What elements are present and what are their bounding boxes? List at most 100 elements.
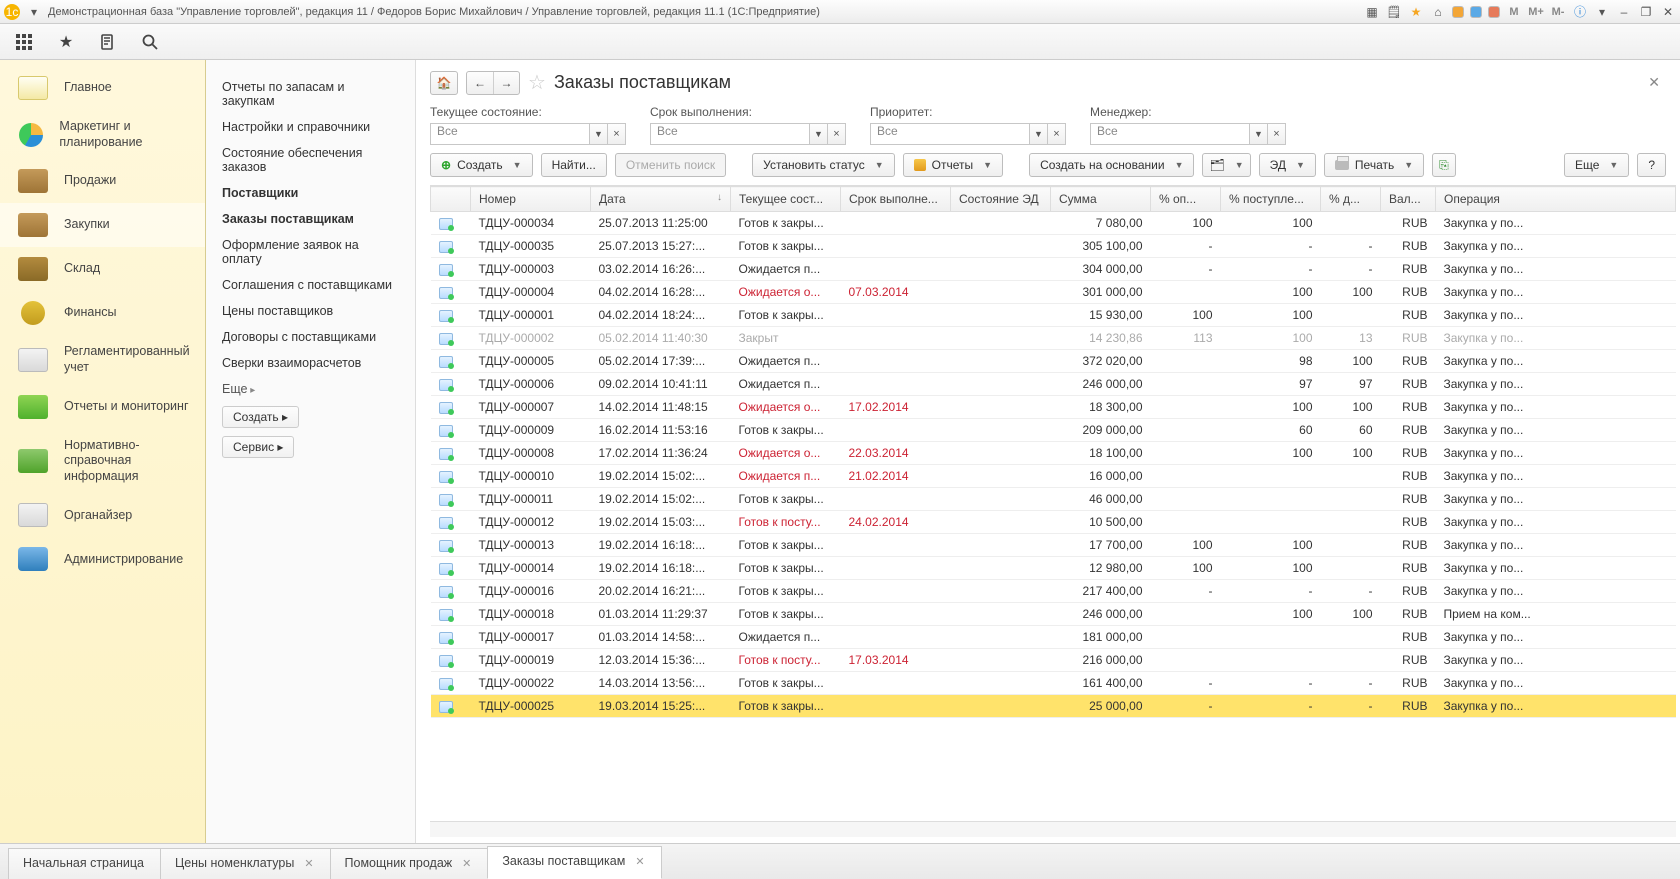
filter-select[interactable]: Все xyxy=(650,123,810,145)
column-header[interactable]: Срок выполне... xyxy=(841,187,951,212)
close-page-button[interactable]: ✕ xyxy=(1642,74,1666,91)
square2-icon[interactable] xyxy=(1470,6,1482,18)
square3-icon[interactable] xyxy=(1488,6,1500,18)
column-header[interactable]: Сумма xyxy=(1051,187,1151,212)
column-header[interactable]: % д... xyxy=(1321,187,1381,212)
filter-dropdown-icon[interactable]: ▼ xyxy=(810,123,828,145)
print-button[interactable]: Печать▼ xyxy=(1324,153,1424,177)
bottom-tab[interactable]: Помощник продаж✕ xyxy=(330,848,489,879)
table-row[interactable]: ТДЦУ-00003525.07.2013 15:27:...Готов к з… xyxy=(431,235,1676,258)
sidebar-item[interactable]: Регламентированный учет xyxy=(0,335,205,384)
table-row[interactable]: ТДЦУ-00001419.02.2014 16:18:...Готов к з… xyxy=(431,557,1676,580)
table-row[interactable]: ТДЦУ-00000916.02.2014 11:53:16Готов к за… xyxy=(431,419,1676,442)
set-status-button[interactable]: Установить статус▼ xyxy=(752,153,895,177)
table-row[interactable]: ТДЦУ-00001119.02.2014 15:02:...Готов к з… xyxy=(431,488,1676,511)
maximize-icon[interactable]: ❐ xyxy=(1638,4,1654,20)
submenu-link[interactable]: Настройки и справочники xyxy=(206,114,415,140)
horizontal-scrollbar[interactable] xyxy=(430,821,1676,837)
table-row[interactable]: ТДЦУ-00001801.03.2014 11:29:37Готов к за… xyxy=(431,603,1676,626)
tab-close-icon[interactable]: ✕ xyxy=(304,857,313,870)
table-row[interactable]: ТДЦУ-00000205.02.2014 11:40:30Закрыт14 2… xyxy=(431,327,1676,350)
create-based-button[interactable]: Создать на основании▼ xyxy=(1029,153,1194,177)
attach-button[interactable]: 🗂▼ xyxy=(1202,153,1250,177)
bookmark-icon[interactable]: ☆ xyxy=(528,70,546,95)
table-row[interactable]: ТДЦУ-00001219.02.2014 15:03:...Готов к п… xyxy=(431,511,1676,534)
filter-select[interactable]: Все xyxy=(430,123,590,145)
m-minus-icon[interactable]: M- xyxy=(1550,4,1566,20)
table-row[interactable]: ТДЦУ-00000404.02.2014 16:28:...Ожидается… xyxy=(431,281,1676,304)
table-row[interactable]: ТДЦУ-00000303.02.2014 16:26:...Ожидается… xyxy=(431,258,1676,281)
submenu-link[interactable]: Договоры с поставщиками xyxy=(206,324,415,350)
help-button[interactable]: ? xyxy=(1637,153,1666,177)
column-header[interactable]: % поступле... xyxy=(1221,187,1321,212)
tab-close-icon[interactable]: ✕ xyxy=(462,857,471,870)
table-row[interactable]: ТДЦУ-00001912.03.2014 15:36:...Готов к п… xyxy=(431,649,1676,672)
submenu-more[interactable]: Еще xyxy=(206,376,415,402)
column-header[interactable] xyxy=(431,187,471,212)
column-header[interactable]: Дата xyxy=(591,187,731,212)
column-header[interactable]: Текущее сост... xyxy=(731,187,841,212)
table-row[interactable]: ТДЦУ-00001019.02.2014 15:02:...Ожидается… xyxy=(431,465,1676,488)
sidebar-item[interactable]: Администрирование xyxy=(0,537,205,581)
column-header[interactable]: Состояние ЭД xyxy=(951,187,1051,212)
table-row[interactable]: ТДЦУ-00001701.03.2014 14:58:...Ожидается… xyxy=(431,626,1676,649)
dropdown-icon[interactable]: ▾ xyxy=(26,4,42,20)
column-header[interactable]: Операция xyxy=(1436,187,1676,212)
favorite-icon[interactable]: ★ xyxy=(56,32,76,52)
m-plus-icon[interactable]: M+ xyxy=(1528,4,1544,20)
tab-close-icon[interactable]: ✕ xyxy=(635,855,644,868)
sidebar-item[interactable]: Финансы xyxy=(0,291,205,335)
submenu-link[interactable]: Состояние обеспечения заказов xyxy=(206,140,415,180)
submenu-link[interactable]: Отчеты по запасам и закупкам xyxy=(206,74,415,114)
table-row[interactable]: ТДЦУ-00000609.02.2014 10:41:11Ожидается … xyxy=(431,373,1676,396)
filter-clear-icon[interactable]: × xyxy=(608,123,626,145)
home-icon[interactable]: ⌂ xyxy=(1430,4,1446,20)
sidebar-item[interactable]: Органайзер xyxy=(0,493,205,537)
submenu-link[interactable]: Заказы поставщикам xyxy=(206,206,415,232)
bottom-tab[interactable]: Заказы поставщикам✕ xyxy=(487,846,661,879)
search-icon[interactable] xyxy=(140,32,160,52)
reports-button[interactable]: Отчеты▼ xyxy=(903,153,1003,177)
table-row[interactable]: ТДЦУ-00000505.02.2014 17:39:...Ожидается… xyxy=(431,350,1676,373)
info-icon[interactable]: ⓘ xyxy=(1572,4,1588,20)
filter-dropdown-icon[interactable]: ▼ xyxy=(1250,123,1268,145)
find-button[interactable]: Найти... xyxy=(541,153,607,177)
sidebar-item[interactable]: Отчеты и мониторинг xyxy=(0,385,205,429)
sidebar-item[interactable]: Продажи xyxy=(0,159,205,203)
filter-dropdown-icon[interactable]: ▼ xyxy=(1030,123,1048,145)
nav-fwd-button[interactable]: → xyxy=(493,72,519,94)
submenu-link[interactable]: Оформление заявок на оплату xyxy=(206,232,415,272)
history-icon[interactable] xyxy=(98,32,118,52)
create-button[interactable]: ⊕Создать▼ xyxy=(430,153,533,177)
table-row[interactable]: ТДЦУ-00000714.02.2014 11:48:15Ожидается … xyxy=(431,396,1676,419)
submenu-link[interactable]: Цены поставщиков xyxy=(206,298,415,324)
filter-select[interactable]: Все xyxy=(1090,123,1250,145)
sidebar-item[interactable]: Нормативно-справочная информация xyxy=(0,429,205,494)
submenu-link[interactable]: Соглашения с поставщиками xyxy=(206,272,415,298)
table-row[interactable]: ТДЦУ-00002519.03.2014 15:25:...Готов к з… xyxy=(431,695,1676,718)
minimize-icon[interactable]: – xyxy=(1616,4,1632,20)
table-row[interactable]: ТДЦУ-00001319.02.2014 16:18:...Готов к з… xyxy=(431,534,1676,557)
close-window-icon[interactable]: ✕ xyxy=(1660,4,1676,20)
sidebar-item[interactable]: Главное xyxy=(0,66,205,110)
table-row[interactable]: ТДЦУ-00003425.07.2013 11:25:00Готов к за… xyxy=(431,212,1676,235)
note-icon[interactable]: 🗒 xyxy=(1386,4,1402,20)
m-icon[interactable]: M xyxy=(1506,4,1522,20)
star-icon[interactable]: ★ xyxy=(1408,4,1424,20)
more-button[interactable]: Еще▼ xyxy=(1564,153,1629,177)
submenu-button[interactable]: Создать ▸ xyxy=(222,406,299,428)
column-header[interactable]: Вал... xyxy=(1381,187,1436,212)
filter-select[interactable]: Все xyxy=(870,123,1030,145)
sidebar-item[interactable]: Закупки xyxy=(0,203,205,247)
home-button[interactable]: 🏠 xyxy=(430,71,458,95)
info-dd-icon[interactable]: ▾ xyxy=(1594,4,1610,20)
table-row[interactable]: ТДЦУ-00000104.02.2014 18:24:...Готов к з… xyxy=(431,304,1676,327)
grid-icon[interactable]: ▦ xyxy=(1364,4,1380,20)
column-header[interactable]: % оп... xyxy=(1151,187,1221,212)
export-button[interactable]: ⎘ xyxy=(1432,153,1456,177)
bottom-tab[interactable]: Цены номенклатуры✕ xyxy=(160,848,331,879)
submenu-link[interactable]: Сверки взаиморасчетов xyxy=(206,350,415,376)
sidebar-item[interactable]: Маркетинг и планирование xyxy=(0,110,205,159)
submenu-button[interactable]: Сервис ▸ xyxy=(222,436,294,458)
table-row[interactable]: ТДЦУ-00001620.02.2014 16:21:...Готов к з… xyxy=(431,580,1676,603)
